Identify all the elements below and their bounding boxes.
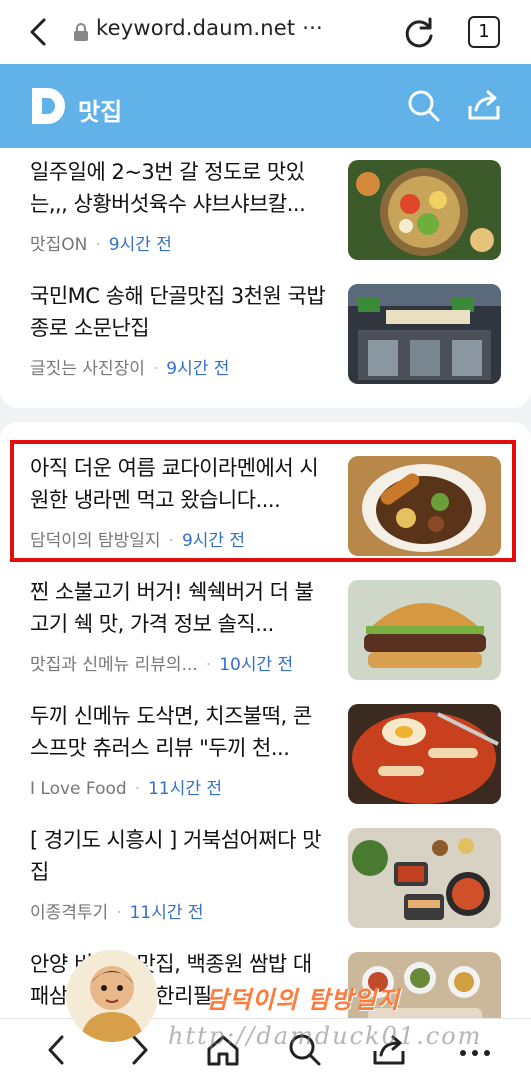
page-title: 맛집 xyxy=(78,98,123,126)
list-item[interactable]: [ 경기도 시흥시 ] 거북섬어쩌다 맛집 이종격투기 · 11시간 전 xyxy=(0,824,531,948)
article-source: 담덕이의 탐방일지 xyxy=(30,531,161,551)
article-source: 맛집과 신메뉴 리뷰의... xyxy=(30,655,198,675)
article-meta: 맛집ON · 9시간 전 xyxy=(30,235,172,255)
article-title[interactable]: [ 경기도 시흥시 ] 거북섬어쩌다 맛집 xyxy=(30,824,330,888)
tab-count-button[interactable]: 1 xyxy=(468,16,500,48)
watermark-url: http://damduck01.com xyxy=(168,1022,483,1050)
daum-header: 맛집 xyxy=(0,64,531,148)
article-time: 9시간 전 xyxy=(108,235,172,255)
burger-thumbnail[interactable] xyxy=(348,580,501,680)
list-item[interactable]: 국민MC 송해 단골맛집 3천원 국밥 종로 소문난집 글짓는 사진장이 · 9시간… xyxy=(0,280,531,404)
article-meta: I Love Food · 11시간 전 xyxy=(30,779,223,799)
article-source: 글짓는 사진장이 xyxy=(30,359,145,379)
list-item[interactable]: 아직 더운 여름 쿄다이라멘에서 시원한 냉라멘 먹고 왔습니다.... 담덕이… xyxy=(0,452,531,576)
back-arrow-icon[interactable] xyxy=(22,14,58,50)
tteokbokki-thumbnail[interactable] xyxy=(348,704,501,804)
article-time: 10시간 전 xyxy=(219,655,294,675)
shabu-hotpot-thumbnail[interactable] xyxy=(348,160,501,260)
news-card-top: 일주일에 2~3번 갈 정도로 맛있는,,, 상황버섯육수 샤브샤브칼... 맛… xyxy=(0,148,531,408)
lock-icon xyxy=(74,23,88,41)
article-source: 이종격투기 xyxy=(30,903,109,923)
list-item[interactable]: 두끼 신메뉴 도삭면, 치즈불떡, 콘스프맛 츄러스 리뷰 "두끼 천... I… xyxy=(0,700,531,824)
article-title[interactable]: 찐 소불고기 버거! 쉑쉑버거 더 불고기 쉑 맛, 가격 정보 솔직... xyxy=(30,576,330,640)
article-source: 맛집ON xyxy=(30,235,88,255)
daum-logo-icon[interactable] xyxy=(30,86,68,126)
article-meta: 맛집과 신메뉴 리뷰의... · 10시간 전 xyxy=(30,655,294,675)
search-icon[interactable] xyxy=(406,88,442,124)
ramen-bowl-thumbnail[interactable] xyxy=(348,456,501,556)
address-bar-url[interactable]: keyword.daum.net ··· xyxy=(96,16,323,40)
share-icon[interactable] xyxy=(466,88,502,124)
reload-icon[interactable] xyxy=(400,14,438,52)
article-time: 11시간 전 xyxy=(148,779,223,799)
article-time: 9시간 전 xyxy=(181,531,246,551)
watermark-name: 담덕이의 탐방일지 xyxy=(206,985,400,1014)
news-card-main: 아직 더운 여름 쿄다이라멘에서 시원한 냉라멘 먹고 왔습니다.... 담덕이… xyxy=(0,422,531,1052)
back-arrow-icon[interactable] xyxy=(38,1031,76,1069)
article-meta: 담덕이의 탐방일지 · 9시간 전 xyxy=(30,531,246,551)
korean-table-thumbnail[interactable] xyxy=(348,828,501,928)
list-item[interactable]: 일주일에 2~3번 갈 정도로 맛있는,,, 상황버섯육수 샤브샤브칼... 맛… xyxy=(0,156,531,280)
article-meta: 이종격투기 · 11시간 전 xyxy=(30,903,204,923)
watermark-avatar xyxy=(66,950,158,1042)
article-title[interactable]: 일주일에 2~3번 갈 정도로 맛있는,,, 상황버섯육수 샤브샤브칼... xyxy=(30,156,330,220)
article-meta: 글짓는 사진장이 · 9시간 전 xyxy=(30,359,230,379)
article-title[interactable]: 두끼 신메뉴 도삭면, 치즈불떡, 콘스프맛 츄러스 리뷰 "두끼 천... xyxy=(30,700,330,764)
restaurant-storefront-thumbnail[interactable] xyxy=(348,284,501,384)
article-title[interactable]: 국민MC 송해 단골맛집 3천원 국밥 종로 소문난집 xyxy=(30,280,330,344)
list-item[interactable]: 찐 소불고기 버거! 쉑쉑버거 더 불고기 쉑 맛, 가격 정보 솔직... 맛… xyxy=(0,576,531,700)
browser-toolbar: keyword.daum.net ··· 1 xyxy=(0,0,531,64)
article-time: 9시간 전 xyxy=(166,359,230,379)
article-time: 11시간 전 xyxy=(129,903,204,923)
article-title[interactable]: 아직 더운 여름 쿄다이라멘에서 시원한 냉라멘 먹고 왔습니다.... xyxy=(30,452,330,516)
article-source: I Love Food xyxy=(30,779,127,799)
